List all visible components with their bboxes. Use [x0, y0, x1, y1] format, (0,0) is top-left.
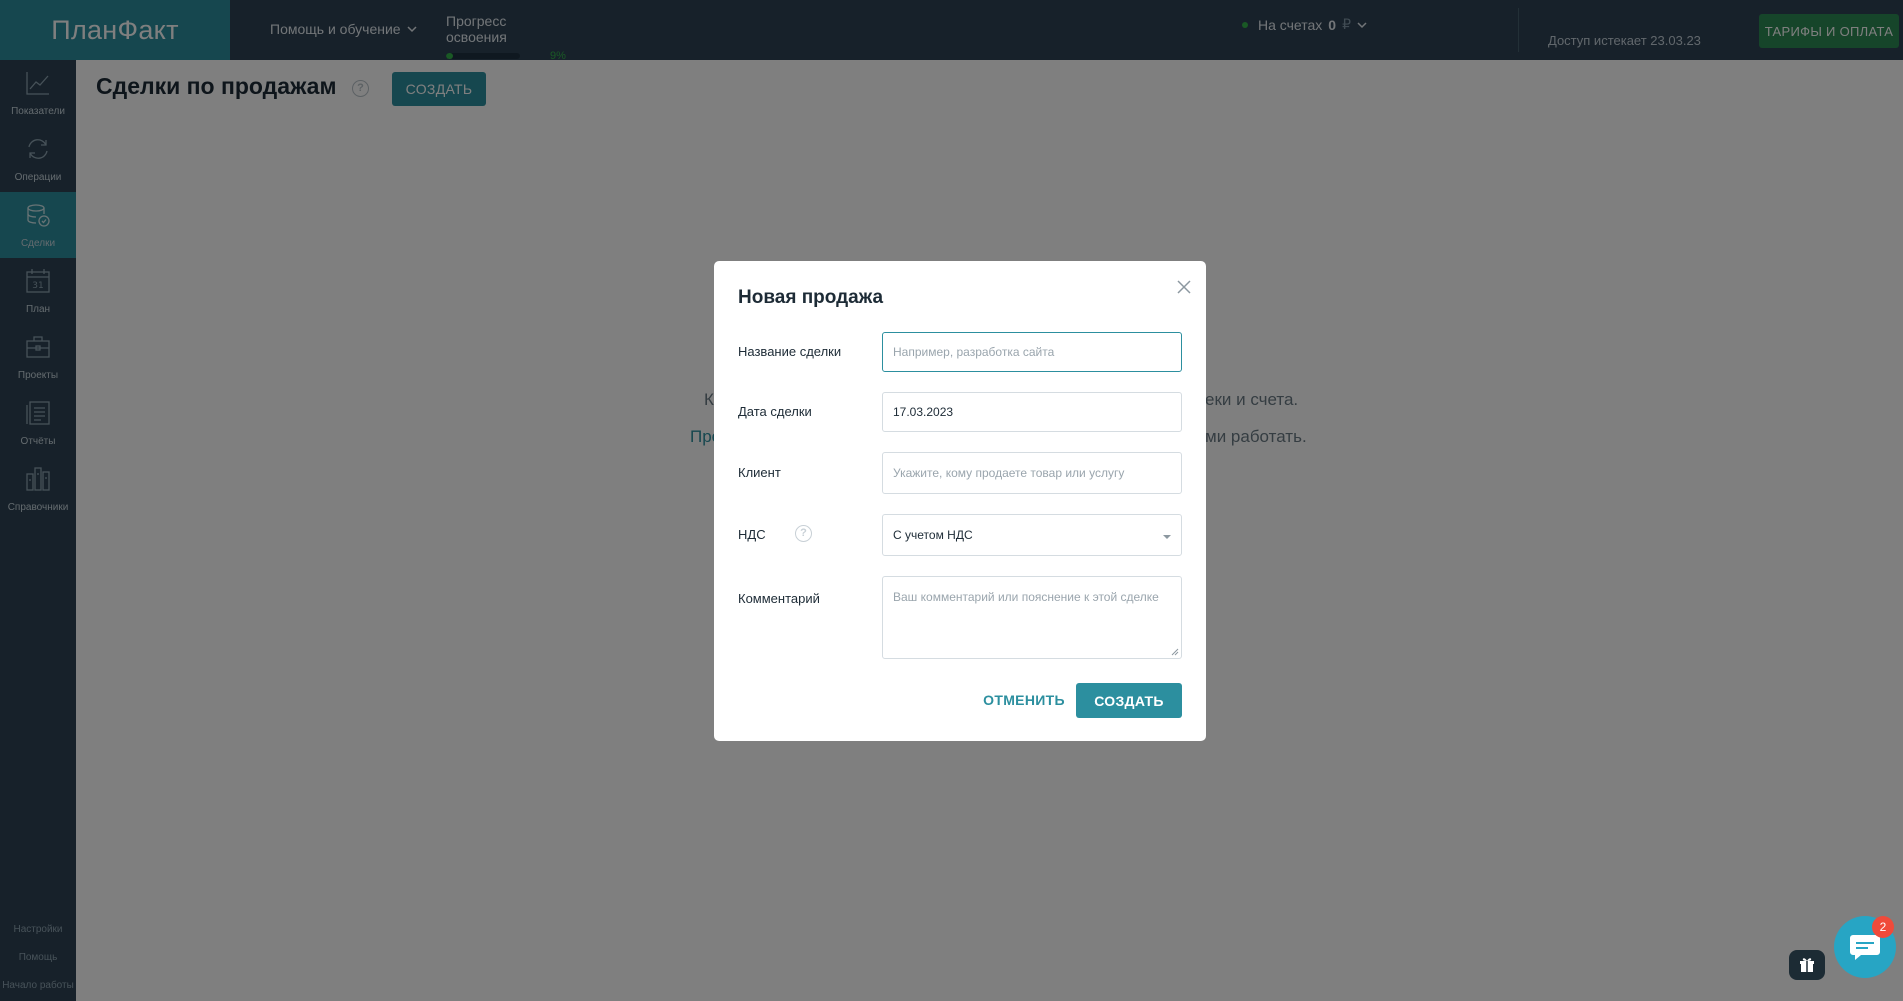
help-icon[interactable]: ?: [795, 525, 812, 542]
close-button[interactable]: [1172, 275, 1196, 299]
create-button[interactable]: СОЗДАТЬ: [1076, 683, 1182, 718]
close-icon: [1177, 280, 1191, 294]
cancel-button[interactable]: ОТМЕНИТЬ: [970, 683, 1078, 717]
client-input[interactable]: Укажите, кому продаете товар или услугу: [882, 452, 1182, 494]
chat-bubble-icon: [1850, 935, 1880, 960]
deal-name-input[interactable]: Например, разработка сайта: [882, 332, 1182, 372]
caret-down-icon: [1163, 535, 1171, 539]
comment-placeholder: Ваш комментарий или пояснение к этой сде…: [893, 590, 1159, 604]
deal-date-label: Дата сделки: [738, 404, 812, 419]
dialog-title: Новая продажа: [738, 287, 884, 308]
client-placeholder: Укажите, кому продаете товар или услугу: [893, 466, 1125, 480]
comment-label: Комментарий: [738, 591, 820, 606]
resize-grip-icon[interactable]: [1171, 648, 1179, 656]
notification-badge: 2: [1872, 916, 1894, 938]
nds-label: НДС: [738, 527, 766, 542]
nds-label-row: НДС ?: [738, 525, 812, 542]
new-sale-dialog: Новая продажа Название сделки Например, …: [714, 261, 1206, 741]
nds-value: С учетом НДС: [893, 528, 973, 542]
deal-name-label: Название сделки: [738, 344, 842, 359]
comment-textarea[interactable]: Ваш комментарий или пояснение к этой сде…: [882, 576, 1182, 659]
deal-name-placeholder: Например, разработка сайта: [893, 345, 1055, 359]
deal-date-input[interactable]: 17.03.2023: [882, 392, 1182, 432]
nds-select[interactable]: С учетом НДС: [882, 514, 1182, 556]
deal-date-value: 17.03.2023: [893, 405, 954, 419]
client-label: Клиент: [738, 465, 781, 480]
gift-button[interactable]: [1789, 950, 1825, 980]
gift-icon: [1800, 958, 1814, 972]
